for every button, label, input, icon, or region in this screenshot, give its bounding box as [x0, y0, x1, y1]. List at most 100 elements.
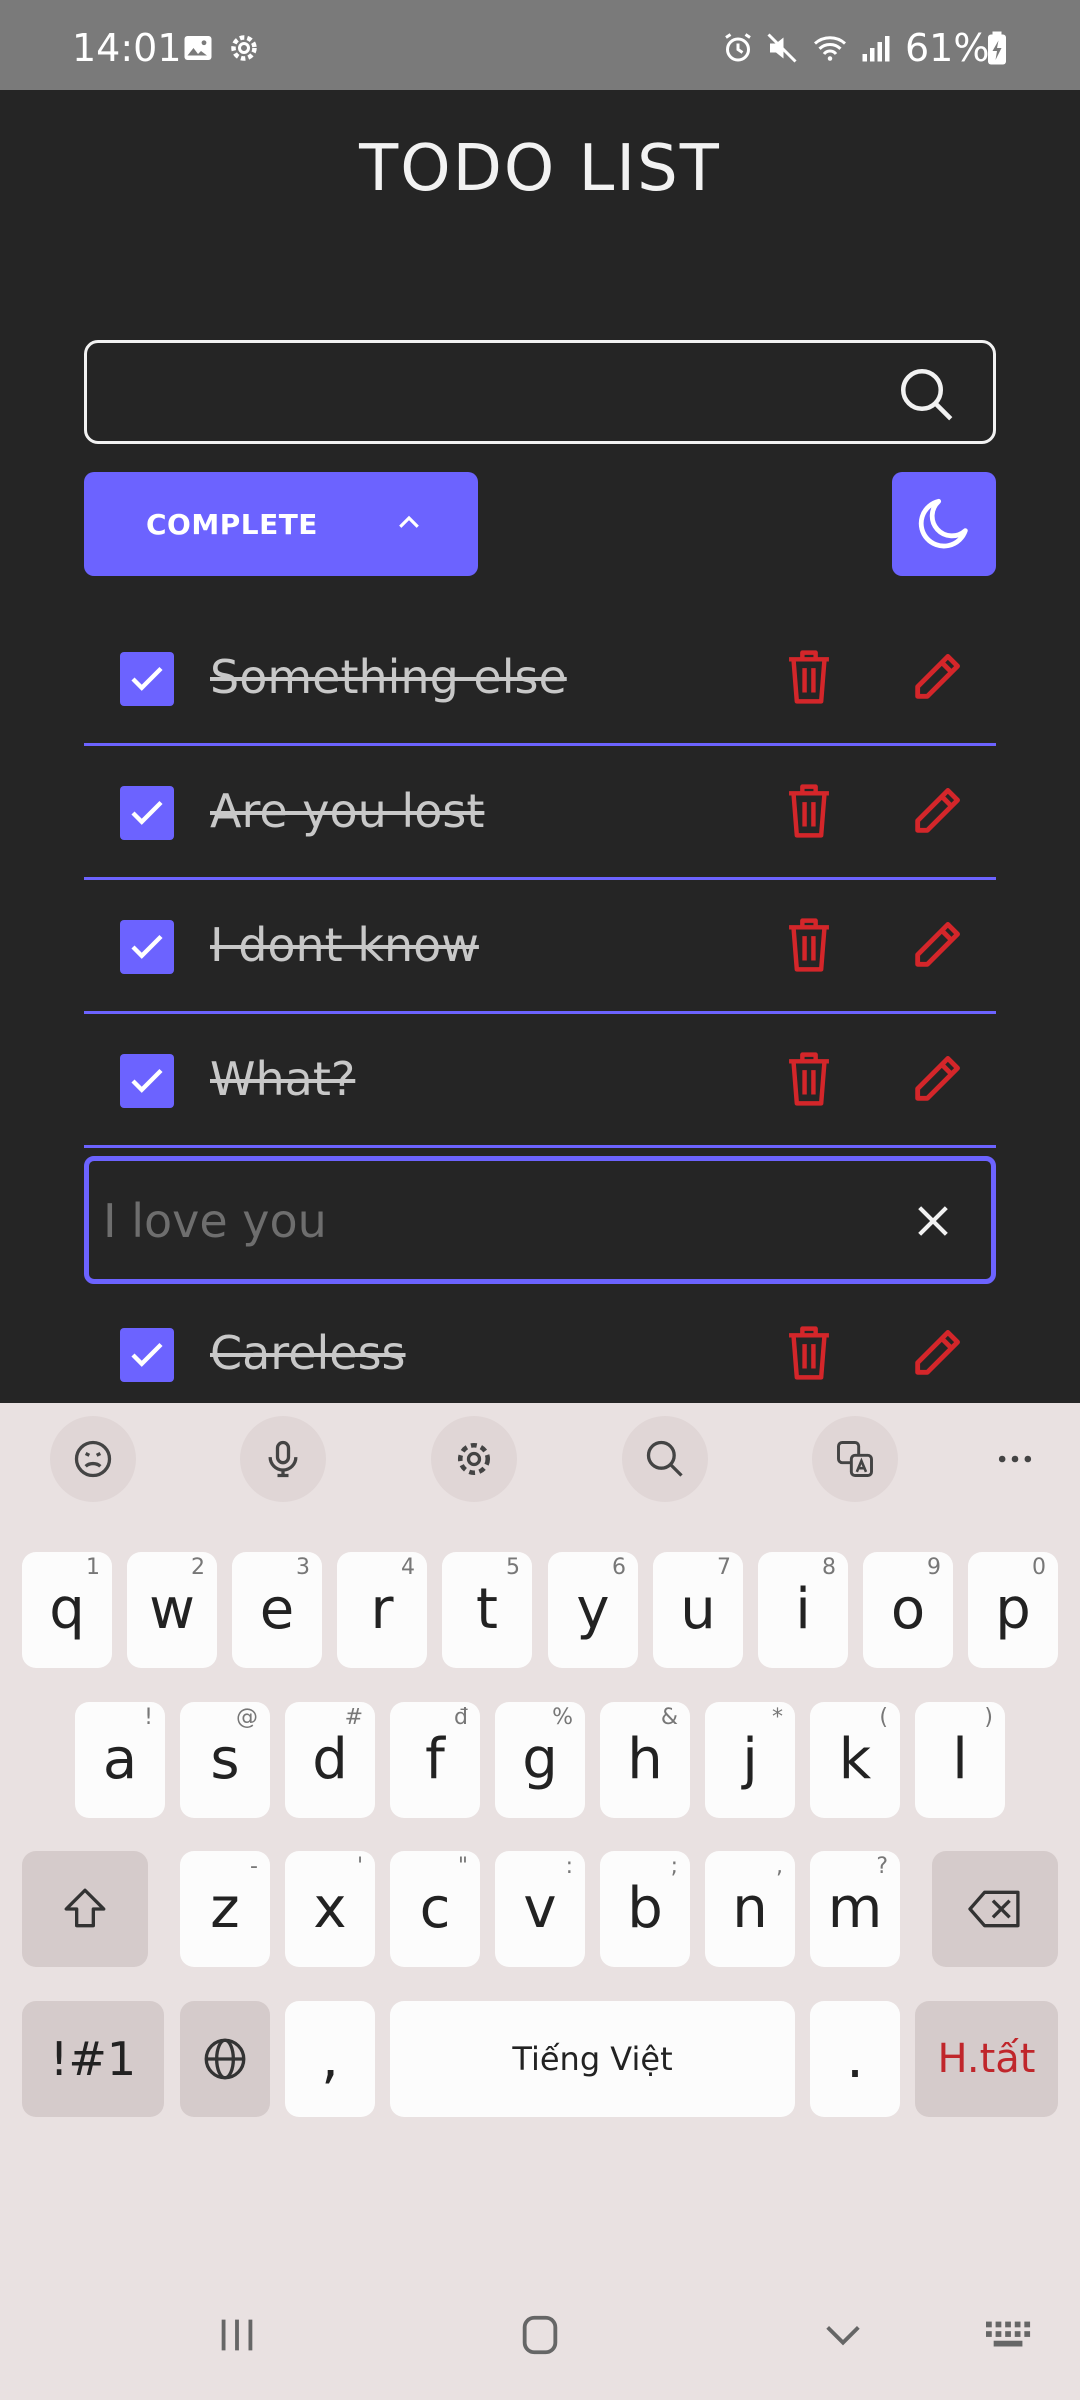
- keyboard-settings-button[interactable]: [431, 1416, 517, 1502]
- new-todo-form: [84, 1156, 996, 1284]
- key-a[interactable]: a!: [75, 1702, 165, 1818]
- settings-icon: [457, 1442, 491, 1476]
- translate-button[interactable]: [812, 1416, 898, 1502]
- signal-icon: [862, 36, 890, 62]
- home-icon[interactable]: [516, 2312, 564, 2358]
- check-icon: [131, 666, 163, 691]
- battery-percent: 61%: [905, 26, 990, 70]
- space-key[interactable]: Tiếng Việt: [390, 2001, 795, 2117]
- todo-text: What?: [210, 1052, 356, 1106]
- todo-checkbox[interactable]: [120, 1054, 174, 1108]
- more-icon: [998, 1455, 1032, 1463]
- more-button[interactable]: [972, 1416, 1058, 1502]
- search-icon[interactable]: [897, 365, 957, 425]
- pencil-icon[interactable]: [908, 1050, 966, 1108]
- filter-dropdown[interactable]: COMPLETE: [84, 472, 478, 576]
- backspace-key[interactable]: [932, 1851, 1058, 1967]
- chevron-down-icon[interactable]: [820, 2312, 866, 2358]
- check-icon: [131, 1068, 163, 1093]
- key-l[interactable]: l): [915, 1702, 1005, 1818]
- todo-item: Careless: [84, 1288, 996, 1422]
- shift-icon: [64, 1888, 106, 1928]
- key-b[interactable]: b;: [600, 1851, 690, 1967]
- pencil-icon[interactable]: [908, 1324, 966, 1382]
- emoji-button[interactable]: [50, 1416, 136, 1502]
- key-t[interactable]: t5: [442, 1552, 532, 1668]
- check-icon: [131, 1342, 163, 1367]
- check-icon: [131, 934, 163, 959]
- backspace-icon: [968, 1890, 1020, 1928]
- todo-checkbox[interactable]: [120, 786, 174, 840]
- key-u[interactable]: u7: [653, 1552, 743, 1668]
- key-m[interactable]: m?: [810, 1851, 900, 1967]
- key-q[interactable]: q1: [22, 1552, 112, 1668]
- todo-checkbox[interactable]: [120, 920, 174, 974]
- key-n[interactable]: n,: [705, 1851, 795, 1967]
- globe-icon: [204, 2038, 246, 2080]
- wifi-icon: [814, 36, 846, 61]
- key-p[interactable]: p0: [968, 1552, 1058, 1668]
- keyboard-search-button[interactable]: [622, 1416, 708, 1502]
- moon-icon: [918, 498, 968, 549]
- filter-label: COMPLETE: [146, 508, 318, 541]
- microphone-button[interactable]: [240, 1416, 326, 1502]
- microphone-icon: [268, 1440, 298, 1478]
- todo-text: I dont know: [210, 918, 479, 972]
- period-key[interactable]: .: [810, 2001, 900, 2117]
- shift-key[interactable]: [22, 1851, 148, 1967]
- chevron-up-icon: [399, 515, 419, 528]
- check-icon: [131, 800, 163, 825]
- battery-charging-icon: [988, 31, 1006, 65]
- pencil-icon[interactable]: [908, 916, 966, 974]
- gallery-icon: [184, 36, 212, 60]
- theme-toggle-button[interactable]: [892, 472, 996, 576]
- key-w[interactable]: w2: [127, 1552, 217, 1668]
- trash-icon[interactable]: [782, 646, 836, 708]
- mute-icon: [767, 33, 797, 63]
- key-e[interactable]: e3: [232, 1552, 322, 1668]
- pencil-icon[interactable]: [908, 782, 966, 840]
- pencil-icon[interactable]: [908, 648, 966, 706]
- todo-text: Careless: [210, 1326, 406, 1380]
- status-bar: 14:01 61%: [0, 0, 1080, 90]
- key-g[interactable]: g%: [495, 1702, 585, 1818]
- close-icon[interactable]: [913, 1201, 953, 1241]
- todo-item: What?: [84, 1014, 996, 1148]
- comma-key[interactable]: ,: [285, 2001, 375, 2117]
- new-todo-input[interactable]: [103, 1181, 883, 1261]
- language-key[interactable]: [180, 2001, 270, 2117]
- todo-text: Something else: [210, 650, 567, 704]
- key-o[interactable]: o9: [863, 1552, 953, 1668]
- recent-apps-icon[interactable]: [214, 2312, 260, 2358]
- key-s[interactable]: s @: [180, 1702, 270, 1818]
- todo-text: Are you lost: [210, 784, 485, 838]
- key-r[interactable]: r4: [337, 1552, 427, 1668]
- settings-icon: [231, 35, 257, 61]
- done-key[interactable]: H.tất: [915, 2001, 1058, 2117]
- key-k[interactable]: k(: [810, 1702, 900, 1818]
- trash-icon[interactable]: [782, 780, 836, 842]
- key-y[interactable]: y6: [548, 1552, 638, 1668]
- emoji-icon: [74, 1440, 112, 1478]
- trash-icon[interactable]: [782, 914, 836, 976]
- symbols-key[interactable]: !#1: [22, 2001, 164, 2117]
- key-j[interactable]: j *: [705, 1702, 795, 1818]
- key-x[interactable]: x ': [285, 1851, 375, 1967]
- todo-checkbox[interactable]: [120, 652, 174, 706]
- key-i[interactable]: i8: [758, 1552, 848, 1668]
- key-z[interactable]: z-: [180, 1851, 270, 1967]
- key-h[interactable]: h &: [600, 1702, 690, 1818]
- key-v[interactable]: v:: [495, 1851, 585, 1967]
- status-time: 14:01: [72, 26, 182, 70]
- trash-icon[interactable]: [782, 1048, 836, 1110]
- keyboard-icon[interactable]: [982, 2312, 1036, 2358]
- key-c[interactable]: c ": [390, 1851, 480, 1967]
- trash-icon[interactable]: [782, 1322, 836, 1384]
- key-d[interactable]: d #: [285, 1702, 375, 1818]
- todo-checkbox[interactable]: [120, 1328, 174, 1382]
- todo-item: Are you lost: [84, 746, 996, 880]
- search-icon: [646, 1440, 683, 1477]
- search-input[interactable]: [84, 340, 996, 444]
- key-f[interactable]: fđ: [390, 1702, 480, 1818]
- translate-icon: [837, 1441, 873, 1477]
